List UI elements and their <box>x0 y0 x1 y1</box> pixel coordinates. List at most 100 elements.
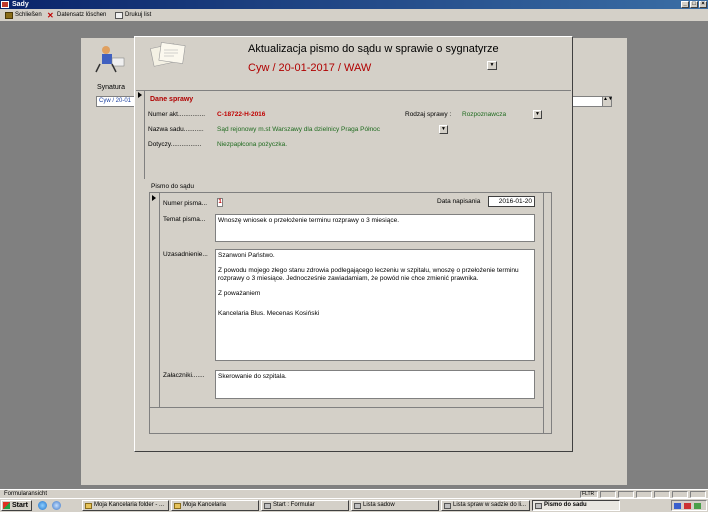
subject-value[interactable]: Niezpapłcona pożyczka. <box>217 141 287 148</box>
bg-signature-combo[interactable]: Cyw / 20-01 <box>96 96 138 107</box>
printer-icon <box>115 12 123 19</box>
letter-topic-text: Wnoszę wniosek o przełożenie terminu roz… <box>218 217 399 224</box>
letter-number-label: Numer pisma... <box>163 200 208 207</box>
task-label: Start : Formular <box>273 502 315 508</box>
justification-line: Szanwoni Państwo. <box>218 252 275 259</box>
folder-icon <box>174 503 181 509</box>
task-label: Moja Kancelaria <box>183 502 227 508</box>
delete-record-button[interactable]: ✕ Datensatz löschen <box>46 11 106 20</box>
task-lista-sadow[interactable]: Lista sadow <box>351 500 439 511</box>
task-kancelaria-folder[interactable]: Moja Kancelaria folder - ... <box>82 500 169 511</box>
record-pointer-icon <box>152 195 156 201</box>
case-type-dropdown[interactable]: ▼ <box>533 110 542 119</box>
task-pismo-do-sadu[interactable]: Pismo do sadu <box>532 500 620 511</box>
spin-arrows-icon[interactable]: ▲▼ <box>602 97 613 106</box>
form-icon <box>444 503 451 509</box>
court-name-value[interactable]: Sąd rejonowy m.st Warszawy dla dzielnicy… <box>217 126 380 133</box>
bg-spin-field[interactable]: ▲▼ <box>570 96 613 107</box>
windows-taskbar: Start Moja Kancelaria folder - ... Moja … <box>0 498 708 512</box>
windows-flag-icon <box>3 502 10 509</box>
justification-line: Z poważaniem <box>218 290 261 297</box>
letter-attachments-label: Załaczniki....... <box>163 372 205 379</box>
toolbar: Schließen ✕ Datensatz löschen Drukuj lis… <box>0 9 708 22</box>
start-label: Start <box>12 502 28 509</box>
delete-record-label: Datensatz löschen <box>57 12 107 18</box>
case-type-label: Rodzaj sprawy : <box>405 111 452 118</box>
task-label: Moja Kancelaria folder - ... <box>94 502 165 508</box>
status-bar: Formularansicht FLTR <box>0 489 708 498</box>
task-start-formular[interactable]: Start : Formular <box>261 500 349 511</box>
case-record-selector[interactable] <box>136 91 145 179</box>
print-letter-button[interactable]: Drukuj list <box>114 11 151 20</box>
status-text: Formularansicht <box>4 491 48 497</box>
letter-date-field[interactable]: 2016-01-20 <box>488 196 535 207</box>
dialog-divider <box>136 90 571 91</box>
delete-x-icon: ✕ <box>47 11 54 20</box>
start-button[interactable]: Start <box>1 500 32 511</box>
bg-synatura-label: Synatura <box>97 84 126 91</box>
desktop-icon[interactable] <box>52 501 61 510</box>
window-titlebar: Sady _ □ × <box>0 0 708 9</box>
chevron-down-icon: ▼ <box>489 62 495 68</box>
language-icon[interactable] <box>674 503 681 509</box>
court-name-dropdown[interactable]: ▼ <box>439 125 448 134</box>
letter-attachments-text: Skerowanie do szpitala. <box>218 373 287 380</box>
door-icon <box>5 12 13 19</box>
task-label: Lista sadow <box>363 502 395 508</box>
print-letter-label: Drukuj list <box>125 12 152 18</box>
decor-figure-icon <box>92 42 130 74</box>
status-cell <box>672 491 688 498</box>
letter-justification-label: Uzasadnienie... <box>163 251 208 258</box>
form-icon <box>264 503 271 509</box>
close-form-button[interactable]: Schließen <box>4 11 42 20</box>
case-section-title: Dane sprawy <box>150 96 194 103</box>
letter-number-field[interactable]: 1 <box>217 198 223 207</box>
letter-justification-field[interactable]: Szanwoni Państwo. Z powodu mojego złego … <box>215 249 535 361</box>
minimize-button[interactable]: _ <box>681 1 689 8</box>
justification-line: Kancelaria Blus. Mecenas Kosiński <box>218 310 320 317</box>
task-lista-spraw[interactable]: Lista spraw w sadzie do li... <box>441 500 530 511</box>
system-tray <box>671 500 707 511</box>
letter-record-selector[interactable] <box>150 193 160 407</box>
close-form-label: Schließen <box>15 12 42 18</box>
ie-icon[interactable] <box>38 501 47 510</box>
letter-topic-field[interactable]: Wnoszę wniosek o przełożenie terminu roz… <box>215 214 535 242</box>
letter-subform-divider <box>150 407 544 408</box>
restore-button[interactable]: □ <box>690 1 698 8</box>
task-label: Lista spraw w sadzie do li... <box>453 502 527 508</box>
chevron-down-icon: ▼ <box>441 126 446 132</box>
status-cell <box>618 491 634 498</box>
app-icon <box>1 1 9 8</box>
task-label: Pismo do sadu <box>544 502 587 508</box>
window-title: Sady <box>12 1 29 8</box>
subject-label: Dotyczy................. <box>148 141 202 148</box>
decor-papers-icon <box>146 40 190 70</box>
chevron-down-icon: ▼ <box>535 111 540 117</box>
form-icon <box>535 503 542 509</box>
letter-attachments-field[interactable]: Skerowanie do szpitala. <box>215 370 535 399</box>
status-cell <box>690 491 706 498</box>
letter-date-label: Data napisania <box>437 198 481 205</box>
close-window-button[interactable]: × <box>699 1 707 8</box>
status-cell <box>636 491 652 498</box>
letter-topic-label: Temat pisma... <box>163 216 206 223</box>
filter-indicator: FLTR <box>580 491 598 498</box>
dialog-title: Aktualizacja pismo do sądu w sprawie o s… <box>248 43 499 55</box>
status-cell <box>654 491 670 498</box>
justification-line: Z powodu mojego złego stanu zdrowia podl… <box>218 267 519 282</box>
network-icon[interactable] <box>694 503 701 509</box>
status-cell <box>600 491 616 498</box>
form-icon <box>354 503 361 509</box>
letter-subform-scrollbar[interactable] <box>543 193 551 433</box>
dialog-signature: Cyw / 20-01-2017 / WAW <box>248 62 372 74</box>
case-type-value[interactable]: Rozpoznawcza <box>462 111 506 118</box>
signature-dropdown-button[interactable]: ▼ <box>487 61 497 70</box>
folder-icon <box>85 503 92 509</box>
court-name-label: Nazwa sadu........... <box>148 126 204 133</box>
case-number-label: Numer akt............... <box>148 111 206 118</box>
antivirus-icon[interactable] <box>684 503 691 509</box>
case-number-value[interactable]: C-18722-H-2016 <box>217 111 265 118</box>
task-kancelaria[interactable]: Moja Kancelaria <box>171 500 259 511</box>
record-pointer-icon <box>138 92 142 98</box>
letter-section-title: Pismo do sądu <box>151 183 194 190</box>
